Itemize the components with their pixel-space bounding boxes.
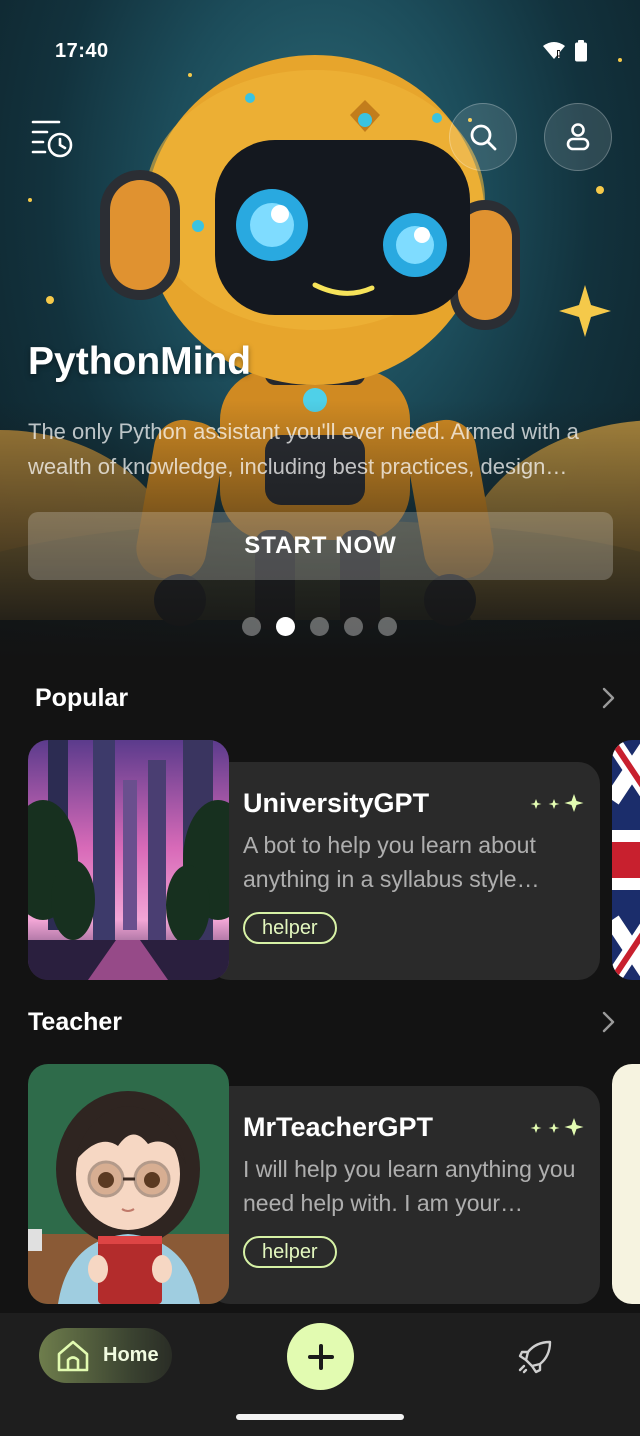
nav-explore-button[interactable] (513, 1335, 557, 1379)
carousel-dot[interactable] (344, 617, 363, 636)
status-time: 17:40 (55, 39, 109, 62)
section-title: Teacher (28, 1007, 123, 1036)
card-thumbnail (28, 1064, 229, 1304)
plus-icon (307, 1343, 334, 1370)
section-title: Popular (35, 683, 129, 712)
hero-description: The only Python assistant you'll ever ne… (28, 419, 579, 479)
card-tag: helper (243, 1236, 337, 1268)
card-title: UniversityGPT (243, 788, 430, 818)
card-title: MrTeacherGPT (243, 1112, 434, 1142)
next-card-peek[interactable] (612, 1064, 640, 1304)
hero-title: PythonMind (28, 340, 252, 383)
history-icon (31, 120, 73, 158)
gesture-home-indicator[interactable] (236, 1414, 404, 1420)
status-icons (542, 40, 588, 62)
history-button[interactable] (26, 112, 78, 164)
uk-flag-image (612, 740, 640, 980)
carousel-indicator[interactable] (242, 617, 397, 636)
chevron-right-icon[interactable] (596, 1010, 620, 1034)
sparkle-icon (530, 1118, 584, 1136)
section-header-popular: Popular (0, 678, 640, 718)
home-icon (57, 1340, 89, 1371)
nav-home-button[interactable]: Home (39, 1328, 172, 1383)
rocket-icon (518, 1340, 552, 1374)
hero-banner[interactable]: 17:40 PythonMind The only Python assista… (0, 0, 640, 660)
chevron-right-icon[interactable] (596, 686, 620, 710)
card-thumbnail (28, 740, 229, 980)
profile-button[interactable] (544, 103, 612, 171)
wifi-icon (543, 42, 565, 59)
card-tag: helper (243, 912, 337, 944)
create-bot-button[interactable] (287, 1323, 354, 1390)
carousel-dot[interactable] (378, 617, 397, 636)
sparkle-icon (530, 794, 584, 812)
start-now-button[interactable]: START NOW (28, 512, 613, 580)
bot-card-mrteachergpt[interactable]: MrTeacherGPT I will help you learn anyth… (28, 1064, 600, 1304)
search-button[interactable] (449, 103, 517, 171)
battery-icon (575, 40, 587, 62)
card-description: A bot to help you learn about anything i… (243, 832, 536, 892)
profile-icon (566, 123, 590, 151)
carousel-dot-active[interactable] (276, 617, 295, 636)
bottom-navigation: Home (0, 1313, 640, 1436)
carousel-dot[interactable] (310, 617, 329, 636)
section-header-teacher: Teacher (0, 1002, 640, 1042)
status-bar: 17:40 (55, 36, 588, 66)
city-skyline-image (28, 740, 229, 980)
teacher-girl-image (28, 1064, 229, 1304)
bot-card-universitygpt[interactable]: UniversityGPT A bot to help you learn ab… (28, 740, 600, 980)
nav-home-label: Home (103, 1344, 159, 1366)
card-description: I will help you learn anything you need … (243, 1156, 576, 1216)
carousel-dot[interactable] (242, 617, 261, 636)
next-card-peek[interactable] (612, 740, 640, 980)
search-icon (470, 124, 497, 151)
